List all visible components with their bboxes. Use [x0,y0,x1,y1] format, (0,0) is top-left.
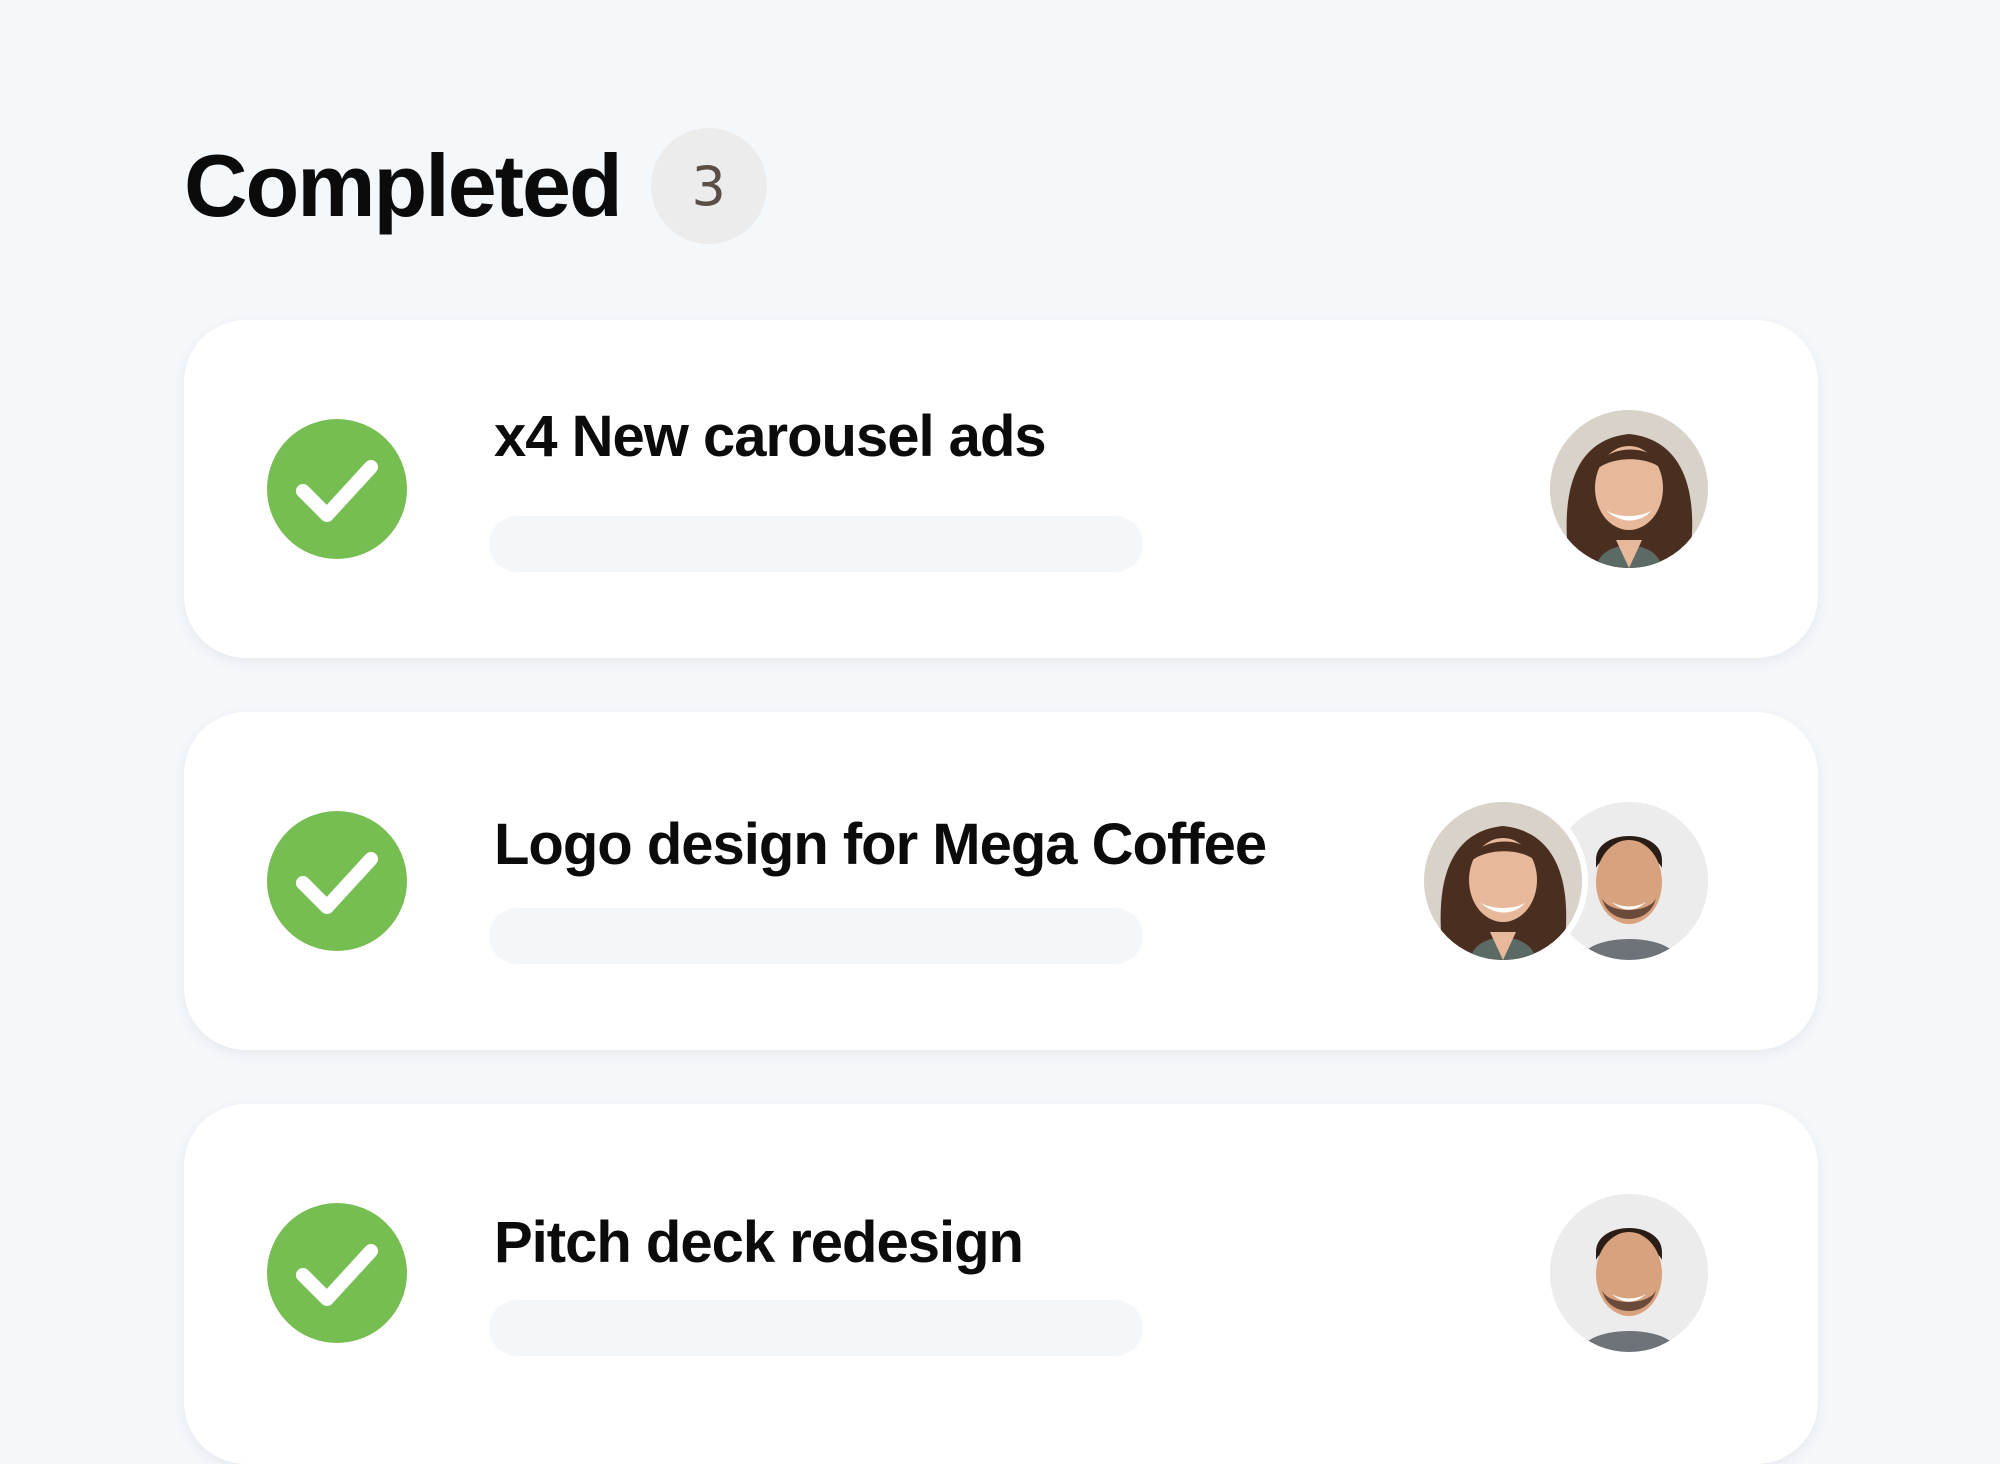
assignee-avatars [1544,1188,1714,1358]
check-circle-icon[interactable] [267,419,407,559]
section-title: Completed [184,136,623,235]
section-header: Completed 3 [184,128,767,244]
task-card[interactable]: x4 New carousel ads [184,320,1818,658]
task-card[interactable]: Logo design for Mega Coffee [184,712,1818,1050]
man-avatar[interactable] [1544,1188,1714,1358]
task-title[interactable]: x4 New carousel ads [494,408,1047,466]
progress-track [489,908,1143,964]
assignee-avatars [1544,404,1714,574]
assignee-avatars [1418,796,1714,966]
check-circle-icon[interactable] [267,1203,407,1343]
count-badge: 3 [650,128,767,244]
check-circle-icon[interactable] [267,811,407,951]
task-title[interactable]: Logo design for Mega Coffee [494,816,1267,874]
progress-track [489,516,1143,572]
progress-track [489,1300,1143,1356]
task-title[interactable]: Pitch deck redesign [494,1214,1024,1272]
task-card[interactable]: Pitch deck redesign [184,1104,1818,1464]
woman-avatar[interactable] [1418,796,1588,966]
woman-avatar[interactable] [1544,404,1714,574]
